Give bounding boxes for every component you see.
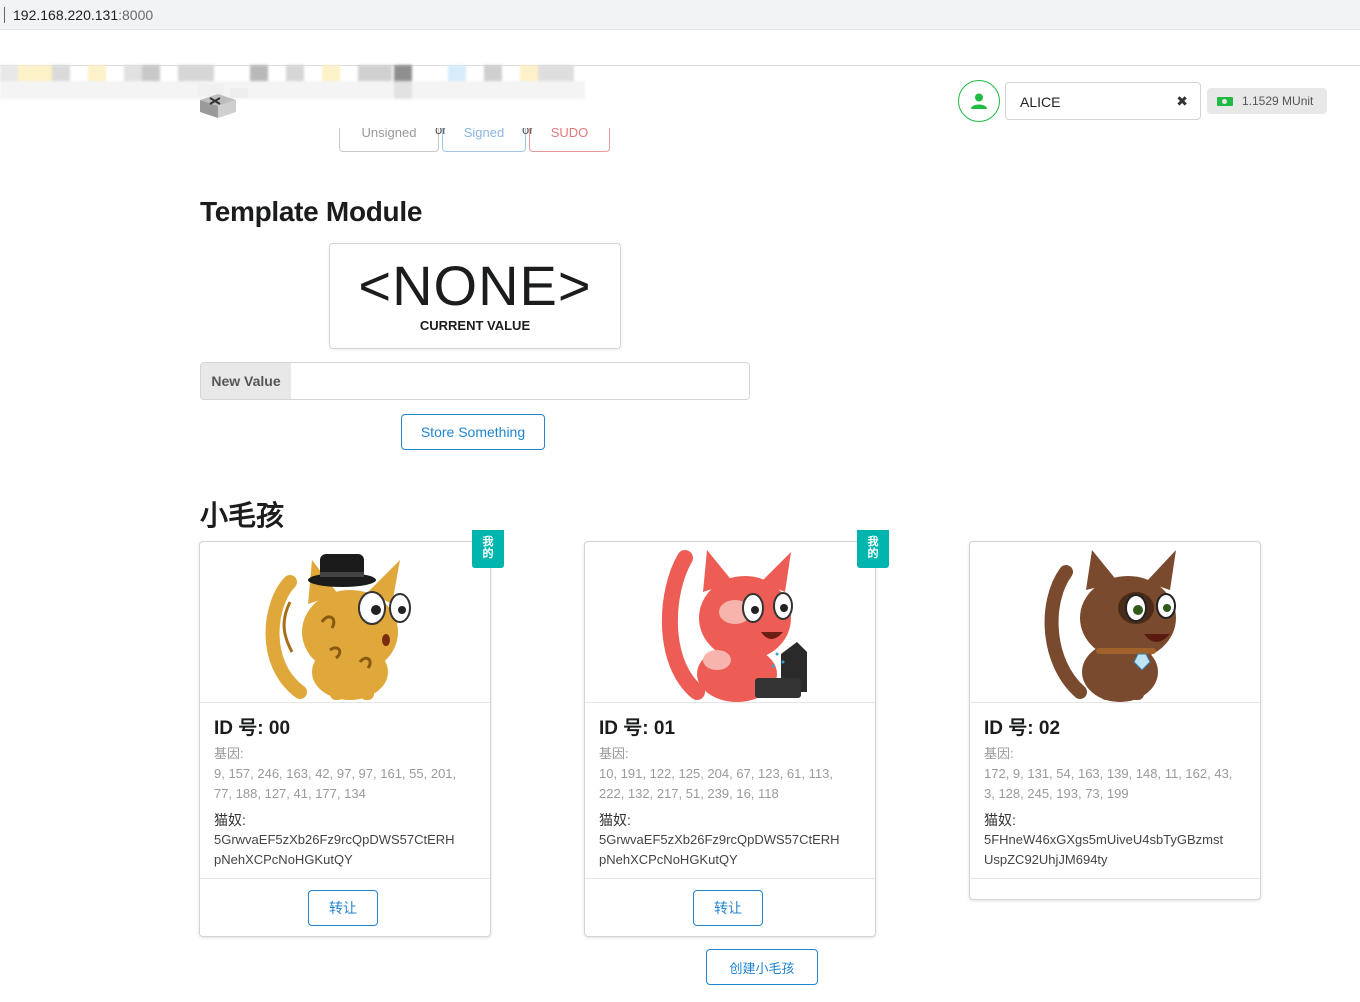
current-value: <NONE> (358, 254, 592, 317)
kitty-id: ID 号: 01 (599, 718, 676, 739)
new-value-input[interactable] (291, 363, 749, 399)
kitties-title: 小毛孩 (200, 500, 285, 531)
card-actions (970, 878, 1260, 899)
blurred-bookmarks (0, 65, 585, 99)
store-something-button[interactable]: Store Something (401, 414, 545, 450)
genes-label: 基因: (599, 746, 629, 761)
url-port: :8000 (118, 7, 154, 23)
owner-label: 猫奴: (599, 812, 631, 828)
new-value-field: New Value (200, 362, 750, 400)
browser-address-bar[interactable]: 192.168.220.131:8000 (0, 0, 1360, 30)
kitty-card: ID 号: 02 基因: 172, 9, 131, 54, 163, 139, … (969, 541, 1261, 900)
kitty-card: ID 号: 00 基因: 9, 157, 246, 163, 42, 97, 9… (199, 541, 491, 937)
card-actions: 转让 (200, 878, 490, 936)
owner-address: 5FHneW46xGXgs5mUiveU4sbTyGBzmst (984, 832, 1224, 847)
kitty-id: ID 号: 00 (214, 718, 291, 739)
owner-address: 5GrwvaEF5zXb26Fz9rcQpDWS57CtERH (214, 832, 455, 847)
text-caret (4, 7, 5, 23)
unsigned-button[interactable]: Unsigned (339, 128, 439, 152)
card-actions: 转让 (585, 878, 875, 936)
tx-type-buttons: Unsigned or Signed or SUDO (339, 128, 611, 152)
user-glyph-icon (971, 93, 987, 109)
owner-address: UspZC92UhjJM694ty (984, 852, 1108, 867)
owner-address: 5GrwvaEF5zXb26Fz9rcQpDWS57CtERH (599, 832, 840, 847)
new-value-label: New Value (201, 363, 291, 399)
url-text[interactable]: 192.168.220.131:8000 (13, 7, 153, 23)
user-icon[interactable] (958, 80, 1000, 122)
owner-label: 猫奴: (214, 812, 246, 828)
kitty-image (200, 542, 490, 703)
account-select[interactable]: ALICE ✖ (1005, 82, 1201, 120)
owner-address: pNehXCPcNoHGKutQY (214, 852, 353, 867)
genes-line: 9, 157, 246, 163, 42, 97, 97, 161, 55, 2… (214, 766, 457, 781)
current-value-label: CURRENT VALUE (419, 318, 531, 333)
transfer-button[interactable]: 转让 (308, 890, 378, 926)
kitty-id: ID 号: 02 (984, 718, 1061, 739)
kitty-image (970, 542, 1260, 703)
kitty-card: ID 号: 01 基因: 10, 191, 122, 125, 204, 67,… (584, 541, 876, 937)
money-icon (1217, 96, 1233, 106)
genes-line: 3, 128, 245, 193, 73, 199 (984, 786, 1129, 801)
genes-line: 172, 9, 131, 54, 163, 139, 148, 11, 162,… (984, 766, 1233, 781)
genes-label: 基因: (214, 746, 244, 761)
genes-line: 10, 191, 122, 125, 204, 67, 123, 61, 113… (599, 766, 833, 781)
sudo-button[interactable]: SUDO (529, 128, 610, 152)
app-logo (196, 84, 250, 124)
bookmarks-bar (0, 30, 1360, 99)
genes-line: 77, 188, 127, 41, 177, 134 (214, 786, 366, 801)
account-name: ALICE (1020, 94, 1061, 110)
template-module-title: Template Module (200, 196, 423, 227)
genes-label: 基因: (984, 746, 1014, 761)
owner-label: 猫奴: (984, 812, 1016, 828)
create-kitty-button[interactable]: 创建小毛孩 (706, 949, 818, 985)
url-host: 192.168.220.131 (13, 7, 119, 23)
owner-address: pNehXCPcNoHGKutQY (599, 852, 738, 867)
balance-value: 1.1529 MUnit (1242, 94, 1314, 108)
clear-icon[interactable]: ✖ (1176, 93, 1188, 110)
genes-line: 222, 132, 217, 51, 239, 16, 118 (599, 786, 779, 801)
signed-button[interactable]: Signed (442, 128, 526, 152)
mine-ribbon: 我的 (472, 530, 504, 568)
kitty-image (585, 542, 875, 703)
balance-label: 1.1529 MUnit (1207, 88, 1327, 114)
current-value-statistic: <NONE> CURRENT VALUE (329, 243, 621, 349)
transfer-button[interactable]: 转让 (693, 890, 763, 926)
mine-ribbon: 我的 (857, 530, 889, 568)
